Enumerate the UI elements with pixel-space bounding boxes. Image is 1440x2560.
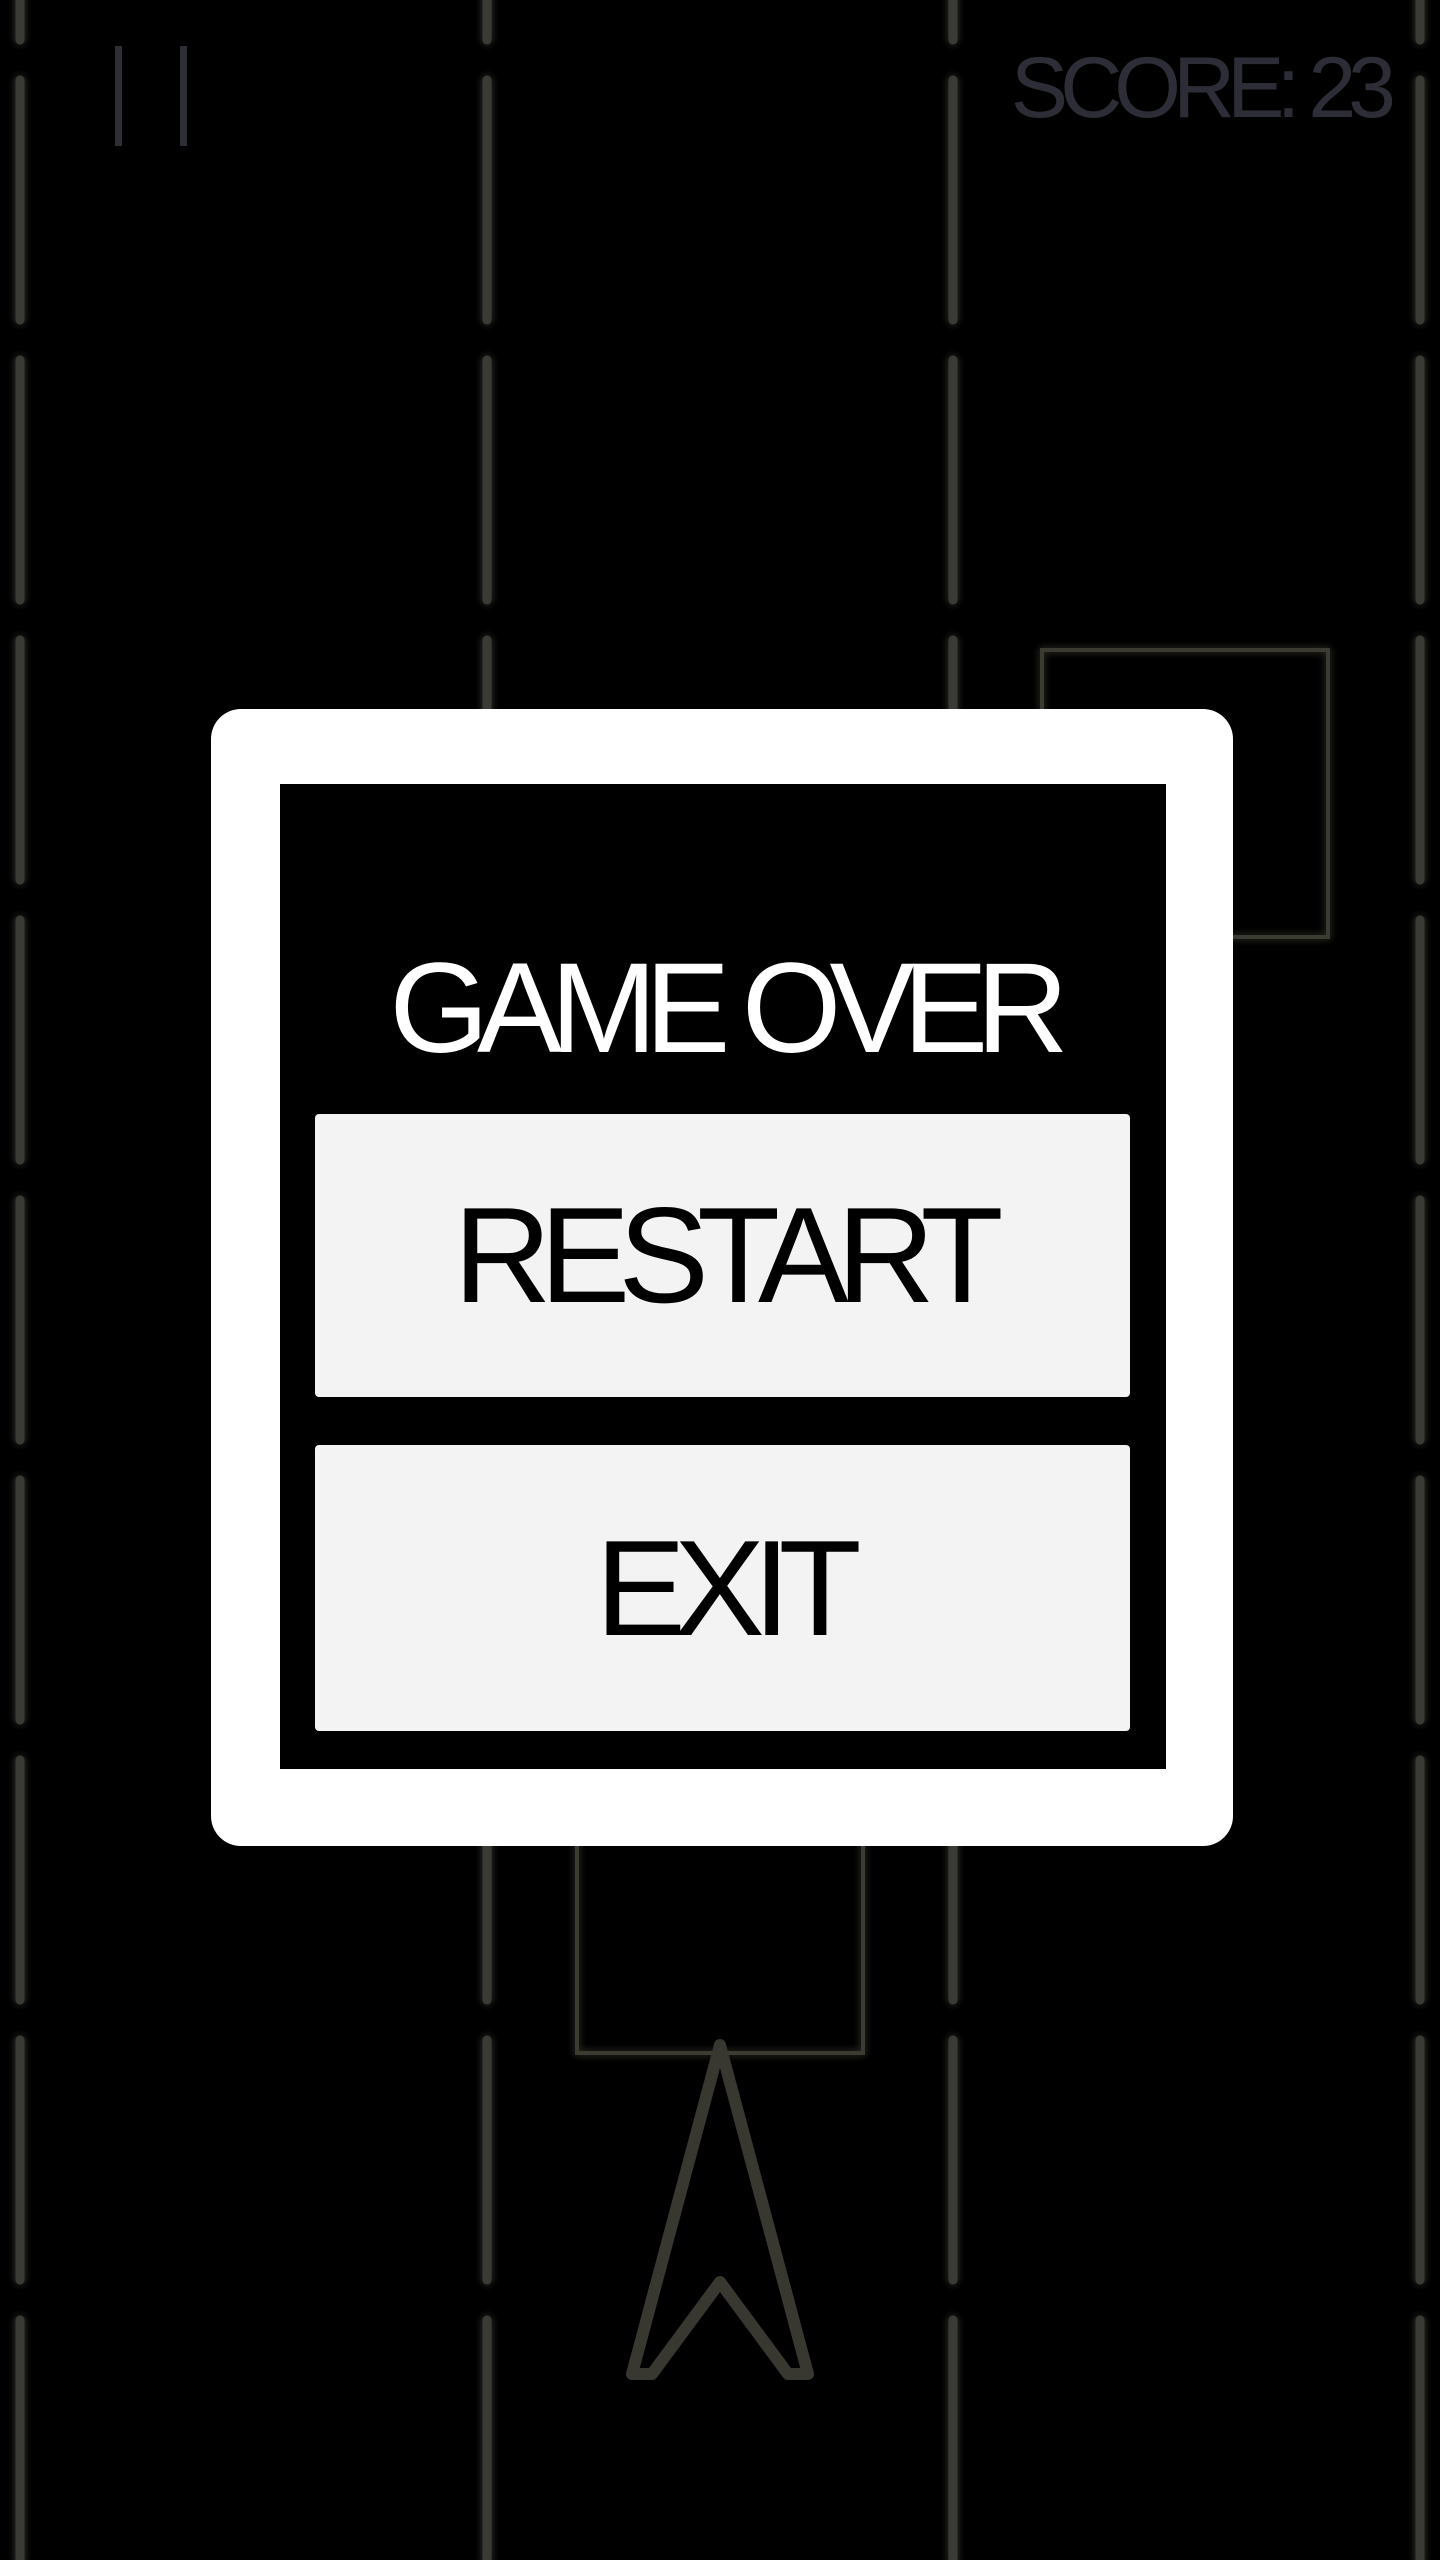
pause-icon-bar: [180, 46, 187, 146]
pause-icon: [115, 46, 122, 146]
player-ship: [626, 2039, 814, 2380]
restart-button[interactable]: RESTART: [315, 1114, 1130, 1397]
game-over-panel: GAME OVER RESTART EXIT: [280, 784, 1166, 1769]
exit-button[interactable]: EXIT: [315, 1445, 1130, 1731]
score-display: SCORE: 23: [1010, 40, 1396, 136]
game-over-title: GAME OVER: [389, 937, 1068, 1080]
pause-button[interactable]: [108, 40, 198, 150]
game-over-dialog: GAME OVER RESTART EXIT: [211, 709, 1233, 1846]
